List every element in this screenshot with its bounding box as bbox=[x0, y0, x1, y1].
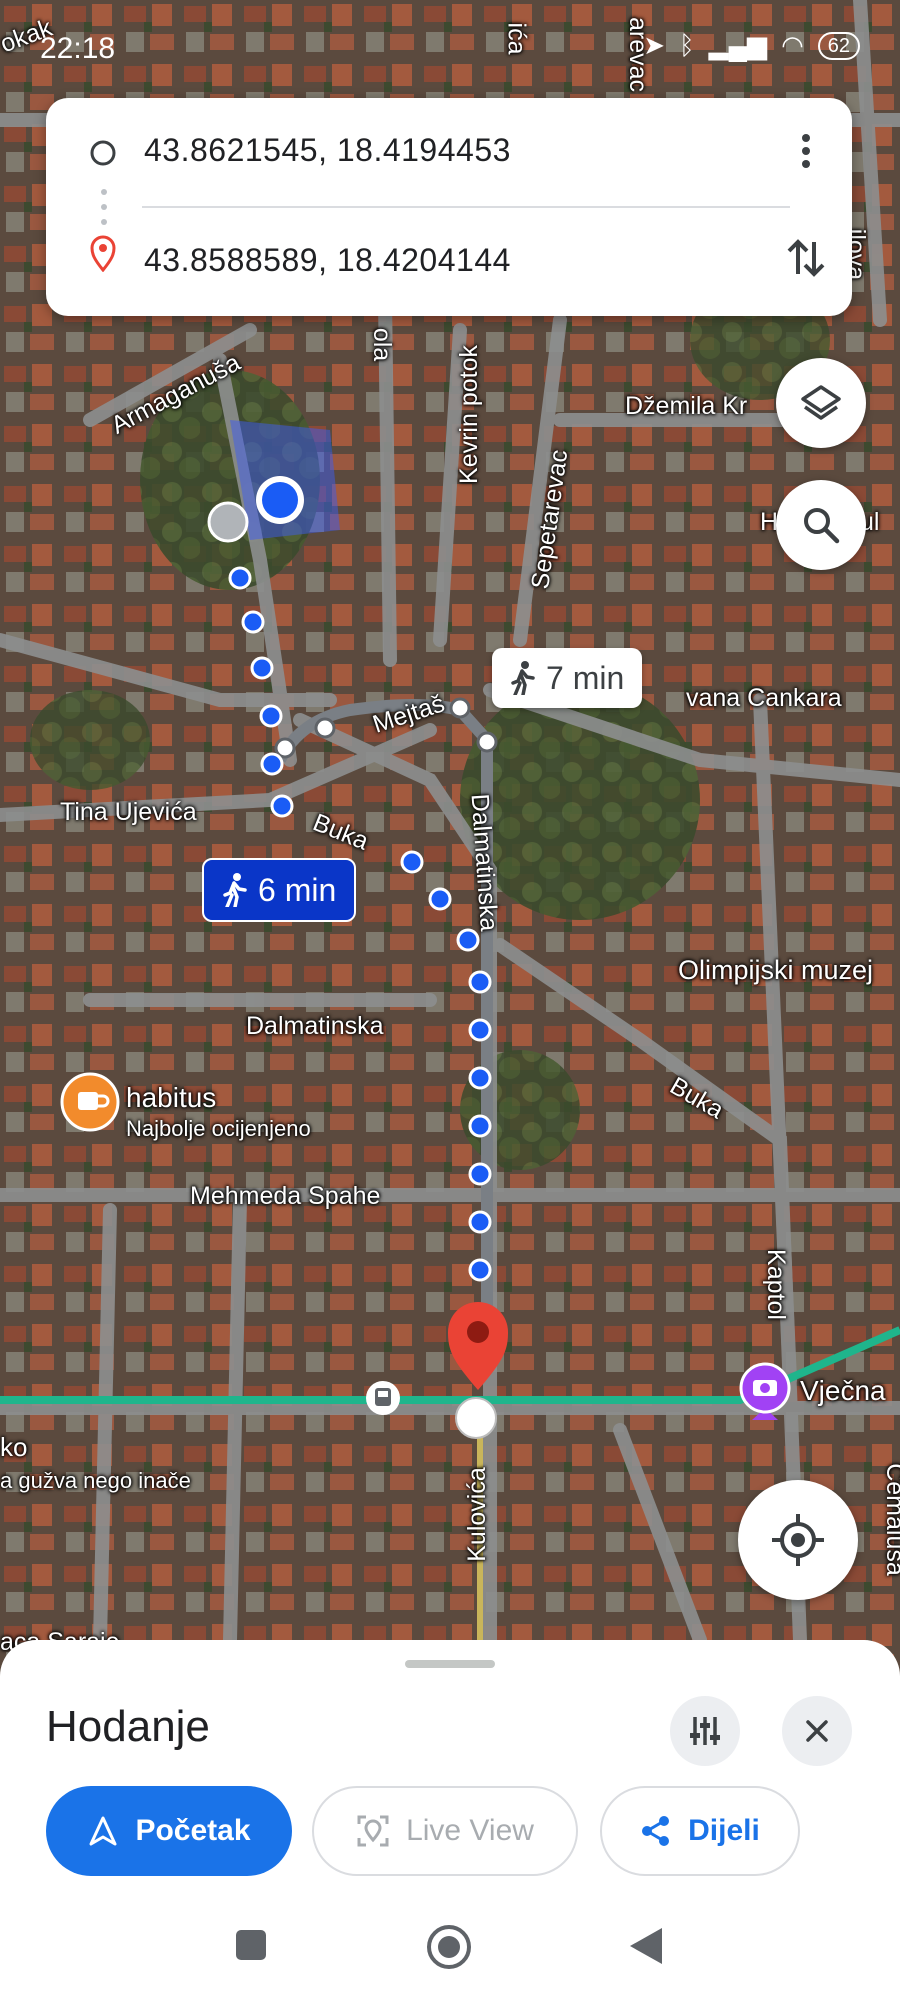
crosshair-icon bbox=[772, 1514, 824, 1566]
street-label: Džemila Kr bbox=[625, 392, 748, 420]
live-view-icon bbox=[357, 1815, 389, 1847]
destination-row[interactable]: 43.8588589, 18.4204144 bbox=[46, 210, 852, 300]
status-time: 22:18 bbox=[40, 32, 116, 65]
bluetooth-icon: ᛒ bbox=[679, 30, 695, 60]
route-card: 43.8621545, 18.4194453 43.8588589, 18.42… bbox=[46, 98, 852, 316]
wifi-icon: ◠ bbox=[781, 30, 804, 60]
cafe-icon[interactable] bbox=[60, 1072, 120, 1132]
main-route-time-bubble[interactable]: 6 min bbox=[202, 858, 357, 922]
street-label: Kaptol bbox=[761, 1249, 790, 1320]
my-location-button[interactable] bbox=[738, 1480, 858, 1600]
street-label: Dalmatinska bbox=[246, 1012, 384, 1040]
more-vert-icon bbox=[802, 134, 810, 168]
origin-row[interactable]: 43.8621545, 18.4194453 bbox=[46, 98, 852, 188]
divider bbox=[142, 206, 790, 208]
poi-vjecna[interactable]: Vječna bbox=[800, 1375, 886, 1407]
share-label: Dijeli bbox=[688, 1814, 760, 1847]
route-options-button[interactable] bbox=[670, 1696, 740, 1766]
layers-icon bbox=[801, 385, 841, 420]
alt-route-time: 7 min bbox=[546, 659, 625, 696]
street-label: ola bbox=[368, 327, 397, 362]
street-label: Kevrin potok bbox=[454, 345, 483, 484]
start-label: Početak bbox=[135, 1814, 251, 1847]
origin-circle-icon bbox=[90, 140, 116, 166]
main-route-time: 6 min bbox=[258, 871, 337, 908]
origin-input[interactable]: 43.8621545, 18.4194453 bbox=[144, 132, 511, 169]
recents-button-icon[interactable] bbox=[234, 1928, 268, 1962]
live-view-button[interactable]: Live View bbox=[312, 1786, 578, 1876]
traffic-label: a gužva nego inače bbox=[0, 1468, 191, 1493]
system-nav-bar bbox=[0, 1890, 900, 2000]
destination-input[interactable]: 43.8588589, 18.4204144 bbox=[144, 242, 511, 279]
poi-habitus-name[interactable]: habitus bbox=[126, 1082, 216, 1114]
street-label: Tina Ujevića bbox=[60, 798, 197, 826]
street-label: Mehmeda Spahe bbox=[190, 1182, 381, 1210]
signal-icon: ▂▄▆ bbox=[708, 30, 768, 60]
tram-stop-icon[interactable] bbox=[366, 1381, 400, 1415]
street-label: vana Cankara bbox=[686, 684, 842, 712]
close-button[interactable] bbox=[782, 1696, 852, 1766]
start-button[interactable]: Početak bbox=[46, 1786, 292, 1876]
search-button[interactable] bbox=[776, 480, 866, 570]
walking-icon bbox=[223, 873, 247, 907]
destination-pin-small-icon bbox=[90, 235, 116, 272]
more-options-button[interactable] bbox=[786, 126, 826, 176]
street-label: Kulovića bbox=[462, 1467, 491, 1562]
walking-icon bbox=[511, 661, 535, 695]
share-button[interactable]: Dijeli bbox=[600, 1786, 800, 1876]
back-button-icon[interactable] bbox=[628, 1926, 664, 1966]
search-icon bbox=[804, 508, 840, 544]
close-icon bbox=[806, 1720, 828, 1742]
home-button-icon[interactable] bbox=[426, 1924, 472, 1970]
live-view-label: Live View bbox=[406, 1814, 534, 1847]
street-label: Cemaluša bbox=[880, 1463, 900, 1576]
share-icon bbox=[642, 1816, 670, 1846]
swap-button[interactable] bbox=[776, 228, 836, 288]
alt-route-time-bubble[interactable]: 7 min bbox=[492, 648, 643, 708]
location-arrow-icon: ➤ bbox=[643, 30, 666, 60]
poi-habitus-rating: Najbolje ocijenjeno bbox=[126, 1116, 311, 1141]
navigation-arrow-icon bbox=[89, 1816, 117, 1846]
poi-olimpijski-muzej[interactable]: Olimpijski muzej bbox=[678, 955, 873, 986]
battery-icon: 62 bbox=[817, 31, 860, 60]
layers-button[interactable] bbox=[776, 358, 866, 448]
swap-icon bbox=[787, 239, 825, 277]
my-location-dot bbox=[256, 476, 304, 524]
sheet-title: Hodanje bbox=[46, 1702, 210, 1751]
sheet-drag-handle[interactable] bbox=[405, 1660, 495, 1668]
traffic-label: ko bbox=[0, 1432, 28, 1462]
tune-icon bbox=[690, 1717, 720, 1745]
status-icons: ➤ ᛒ ▂▄▆ ◠ 62 bbox=[643, 30, 860, 61]
status-bar: 22:18 ➤ ᛒ ▂▄▆ ◠ 62 bbox=[0, 0, 900, 100]
